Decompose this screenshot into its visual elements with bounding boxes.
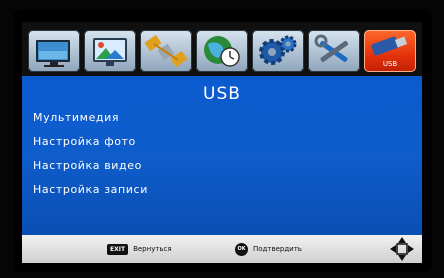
- globe-clock-icon: [204, 36, 240, 67]
- menu-item-multimedia[interactable]: Мультимедия: [33, 111, 119, 124]
- tab-picture[interactable]: [84, 30, 136, 72]
- monitor-picture-icon: [93, 38, 127, 66]
- tab-settings[interactable]: [252, 30, 304, 72]
- menu-item-photo-settings[interactable]: Настройка фото: [33, 135, 136, 148]
- gears-icon: [259, 35, 297, 65]
- back-hint[interactable]: EXIT Вернуться: [107, 242, 172, 256]
- tab-usb-label: USB: [382, 60, 398, 68]
- dpad-arrows-icon: [390, 237, 414, 261]
- exit-key-icon: EXIT: [107, 243, 129, 255]
- usb-menu-panel: USB Мультимедия Настройка фото Настройка…: [22, 76, 422, 235]
- tools-icon: [314, 34, 349, 62]
- page-title: USB: [203, 84, 241, 104]
- tab-tools[interactable]: [308, 30, 360, 72]
- confirm-hint-label: Подтвердить: [253, 245, 302, 253]
- confirm-hint[interactable]: OK Подтвердить: [235, 242, 302, 256]
- tab-satellite[interactable]: [140, 30, 192, 72]
- tab-tv[interactable]: [28, 30, 80, 72]
- tab-usb[interactable]: USB: [364, 30, 416, 72]
- ok-key-icon: OK: [235, 242, 248, 256]
- tv-icon: [36, 40, 70, 67]
- footer-hint-bar: EXIT Вернуться OK Подтвердить: [22, 235, 422, 263]
- menu-item-video-settings[interactable]: Настройка видео: [33, 159, 142, 172]
- back-hint-label: Вернуться: [133, 245, 172, 253]
- satellite-icon: [144, 34, 188, 68]
- tab-time[interactable]: [196, 30, 248, 72]
- menu-item-record-settings[interactable]: Настройка записи: [33, 183, 148, 196]
- top-tab-bar: USB: [22, 22, 422, 76]
